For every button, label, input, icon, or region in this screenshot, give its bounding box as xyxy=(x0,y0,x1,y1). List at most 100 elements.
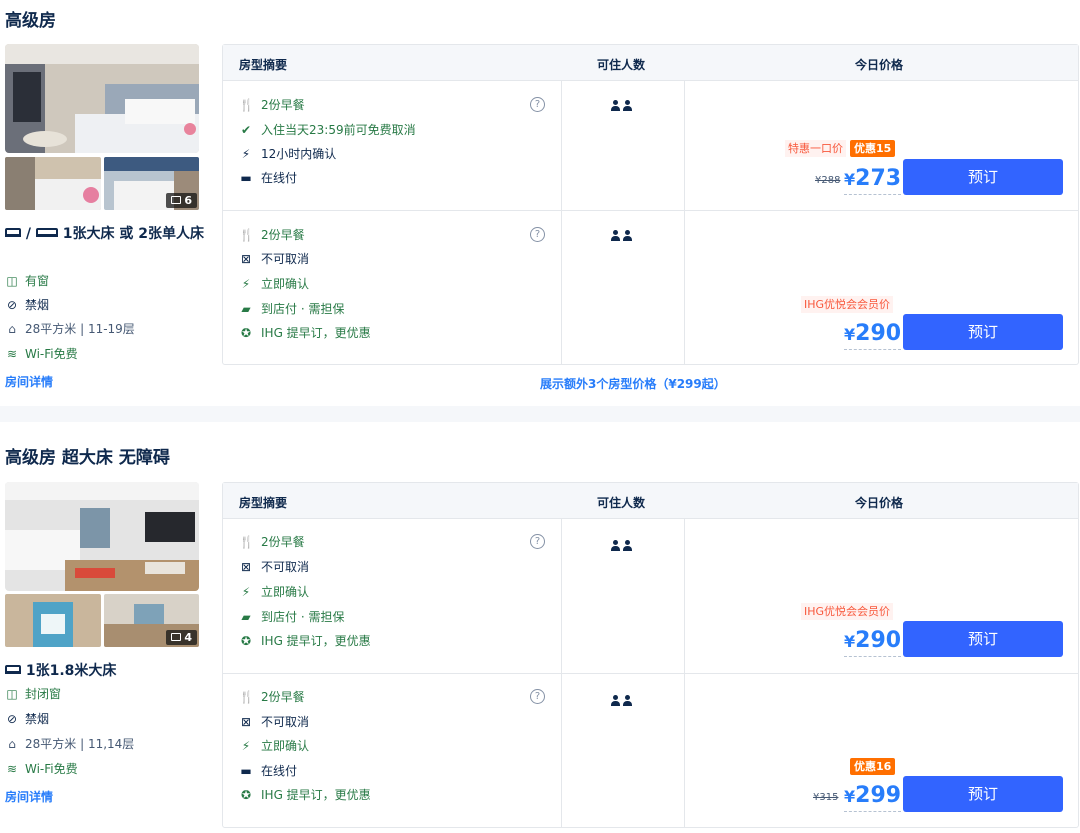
meal-icon: 🍴 xyxy=(239,228,254,242)
no-cancel-icon: ⊠ xyxy=(240,715,252,729)
star-badge-icon: ✪ xyxy=(240,634,252,648)
room-photo-thumb[interactable]: 6 xyxy=(104,157,199,210)
feature-confirm: ⚡ 立即确认 xyxy=(239,276,309,292)
room-photo-main[interactable] xyxy=(5,482,199,591)
help-icon[interactable]: ? xyxy=(530,227,545,242)
help-icon[interactable]: ? xyxy=(530,689,545,704)
room-details-link[interactable]: 房间详情 xyxy=(5,373,53,390)
promo-tag: 特惠一口价 xyxy=(785,140,846,157)
photo-count-badge: 4 xyxy=(166,630,197,645)
rate-table: 房型摘要 可住人数 今日价格 🍴 2份早餐 ✔ 入住当天23:59前可免费取消 ⚡ 1… xyxy=(222,44,1079,365)
area-icon: ⌂ xyxy=(8,737,16,751)
lightning-icon: ⚡ xyxy=(241,147,251,161)
rate-row: 🍴 2份早餐 ⊠ 不可取消 ⚡ 立即确认 ▰ 到店付 · 需担保 ✪ IHG 提早订，更优… xyxy=(223,518,1078,673)
person-icon xyxy=(622,540,632,551)
header-occupancy: 可住人数 xyxy=(597,58,646,72)
room-photo-thumb[interactable] xyxy=(5,157,101,210)
star-badge-icon: ✪ xyxy=(240,326,252,340)
feature-breakfast: 🍴 2份早餐 xyxy=(239,98,305,112)
discount-badge: 优惠15 xyxy=(850,140,896,157)
area-icon: ⌂ xyxy=(8,322,16,336)
current-price: ¥290 xyxy=(844,627,902,657)
double-bed-icon xyxy=(5,228,21,237)
table-header: 房型摘要 可住人数 今日价格 xyxy=(223,483,1078,518)
person-icon xyxy=(610,100,620,111)
lightning-icon: ⚡ xyxy=(241,277,251,291)
lightning-icon: ⚡ xyxy=(241,585,251,599)
rate-table: 房型摘要 可住人数 今日价格 🍴 2份早餐 ⊠ 不可取消 ⚡ 立即确认 ▰ 到店付 · … xyxy=(222,482,1079,828)
no-smoking-icon: ⊘ xyxy=(6,712,18,726)
card-icon: ▬ xyxy=(240,171,252,185)
discount-badge: 优惠16 xyxy=(850,758,896,775)
facility-wifi: ≋ Wi-Fi免费 xyxy=(6,347,78,361)
original-price: ¥288 xyxy=(815,175,841,186)
room-photo-thumb[interactable]: 4 xyxy=(104,594,199,647)
book-button[interactable]: 预订 xyxy=(903,776,1063,812)
card-icon: ▬ xyxy=(240,764,252,778)
person-icon xyxy=(622,100,632,111)
facility-window: ◫ 封闭窗 xyxy=(6,687,62,701)
room-title: 高级房 超大床 无障碍 xyxy=(5,448,170,468)
star-badge-icon: ✪ xyxy=(240,788,252,802)
feature-payment: ▬ 在线付 xyxy=(240,764,298,778)
show-more-rates-link[interactable]: 展示额外3个房型价格（¥299起） xyxy=(540,375,726,392)
feature-breakfast: 🍴 2份早餐 xyxy=(239,228,305,242)
header-summary: 房型摘要 xyxy=(239,496,288,510)
feature-ihg: ✪ IHG 提早订，更优惠 xyxy=(240,634,371,648)
rate-row: 🍴 2份早餐 ✔ 入住当天23:59前可免费取消 ⚡ 12小时内确认 ▬ 在线付 ? 特… xyxy=(223,80,1078,210)
window-icon: ◫ xyxy=(6,274,18,288)
feature-confirm: ⚡ 立即确认 xyxy=(239,584,309,600)
photo-count-badge: 6 xyxy=(166,193,197,208)
person-icon xyxy=(622,695,632,706)
person-icon xyxy=(610,695,620,706)
feature-payment: ▬ 在线付 xyxy=(240,171,298,185)
header-summary: 房型摘要 xyxy=(239,58,288,72)
feature-confirm: ⚡ 立即确认 xyxy=(239,738,309,754)
rate-row: 🍴 2份早餐 ⊠ 不可取消 ⚡ 立即确认 ▰ 到店付 · 需担保 ✪ IHG 提早订，更优… xyxy=(223,210,1078,364)
image-icon xyxy=(171,633,182,641)
book-button[interactable]: 预订 xyxy=(903,621,1063,657)
facility-wifi: ≋ Wi-Fi免费 xyxy=(6,762,78,776)
help-icon[interactable]: ? xyxy=(530,534,545,549)
feature-breakfast: 🍴 2份早餐 xyxy=(239,690,305,704)
feature-breakfast: 🍴 2份早餐 xyxy=(239,535,305,549)
facility-area: ⌂ 28平方米 | 11,14层 xyxy=(5,736,134,752)
no-cancel-icon: ⊠ xyxy=(240,252,252,266)
bed-type: 1张1.8米大床 xyxy=(5,660,205,682)
facility-smoking: ⊘ 禁烟 xyxy=(6,712,50,726)
occupancy-icons xyxy=(610,695,634,709)
book-button[interactable]: 预订 xyxy=(903,314,1063,350)
table-header: 房型摘要 可住人数 今日价格 xyxy=(223,45,1078,80)
person-icon xyxy=(610,540,620,551)
help-icon[interactable]: ? xyxy=(530,97,545,112)
person-icon xyxy=(622,230,632,241)
double-bed-icon xyxy=(5,665,21,674)
facility-window: ◫ 有窗 xyxy=(6,274,50,288)
pay-at-hotel-icon: ▰ xyxy=(241,610,251,624)
facility-smoking: ⊘ 禁烟 xyxy=(6,298,50,312)
current-price: ¥273 xyxy=(844,165,902,195)
twin-bed-icon xyxy=(35,228,58,237)
lightning-icon: ⚡ xyxy=(241,739,251,753)
person-icon xyxy=(610,230,620,241)
feature-cancel: ✔ 入住当天23:59前可免费取消 xyxy=(240,123,416,137)
room-details-link[interactable]: 房间详情 xyxy=(5,788,53,805)
room-photo-main[interactable] xyxy=(5,44,199,153)
occupancy-icons xyxy=(610,100,634,114)
promo-tag: IHG优悦会会员价 xyxy=(801,296,894,313)
feature-cancel: ⊠ 不可取消 xyxy=(240,252,310,266)
rate-row: 🍴 2份早餐 ⊠ 不可取消 ⚡ 立即确认 ▬ 在线付 ✪ IHG 提早订，更优惠 ? 优惠… xyxy=(223,673,1078,827)
image-icon xyxy=(171,196,182,204)
facility-area: ⌂ 28平方米 | 11-19层 xyxy=(5,321,135,337)
feature-cancel: ⊠ 不可取消 xyxy=(240,715,310,729)
meal-icon: 🍴 xyxy=(239,535,254,549)
room-photo-thumb[interactable] xyxy=(5,594,101,647)
book-button[interactable]: 预订 xyxy=(903,159,1063,195)
wifi-icon: ≋ xyxy=(6,762,18,776)
check-circle-icon: ✔ xyxy=(240,123,252,137)
feature-confirm: ⚡ 12小时内确认 xyxy=(239,146,337,162)
meal-icon: 🍴 xyxy=(239,690,254,704)
bed-type: / 1张大床 或 2张单人床 xyxy=(5,223,205,245)
section-divider xyxy=(0,406,1080,422)
wifi-icon: ≋ xyxy=(6,347,18,361)
